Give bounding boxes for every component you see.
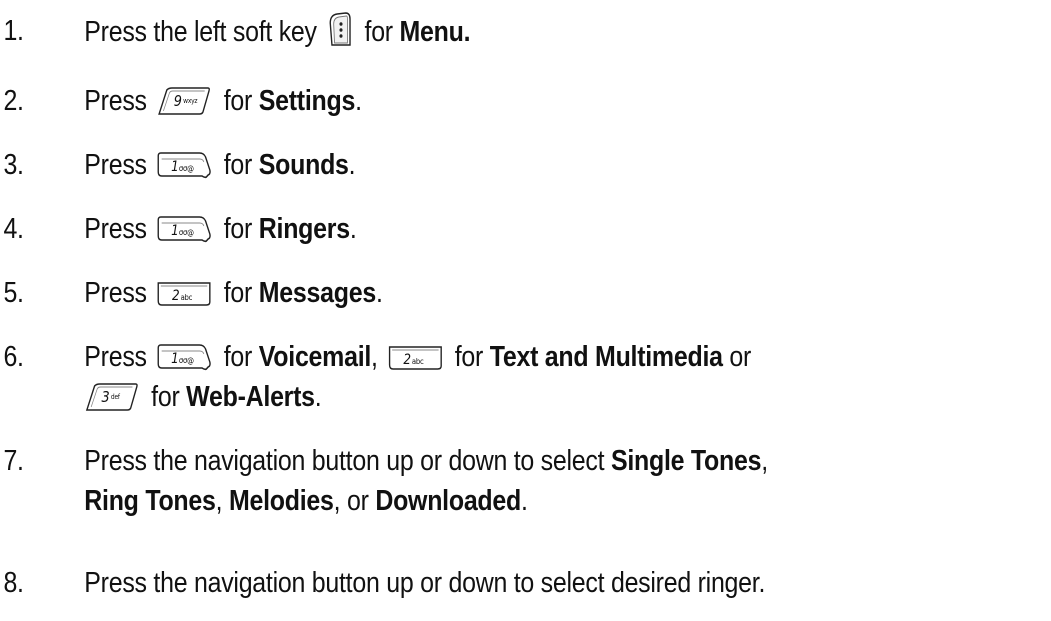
svg-text:1: 1 xyxy=(171,159,178,175)
left-soft-key-icon xyxy=(327,11,353,47)
step-text: Press the navigation button up or down t… xyxy=(84,445,768,517)
svg-text:2: 2 xyxy=(172,288,179,304)
single-tones-label: Single Tones xyxy=(610,445,762,477)
svg-text:2: 2 xyxy=(403,352,410,368)
instructions-document: 1. Press the left soft key for Menu. 2. … xyxy=(0,0,1051,621)
step-number: 6. xyxy=(3,341,24,373)
2-abc-key-icon: 2 abc xyxy=(157,278,212,308)
step-text: Press 1 σσ@ for Voicemail, 2 abc for Tex… xyxy=(84,341,752,413)
1-key-icon: 1 σσ@ xyxy=(157,150,212,180)
step-number: 7. xyxy=(3,445,24,477)
svg-text:σσ@: σσ@ xyxy=(179,163,194,173)
downloaded-label: Downloaded xyxy=(375,485,521,517)
3-def-key-icon: 3 def xyxy=(84,382,139,412)
svg-text:9: 9 xyxy=(174,93,182,110)
ring-tones-label: Ring Tones xyxy=(84,485,216,517)
svg-text:def: def xyxy=(111,393,121,402)
web-alerts-label: Web-Alerts xyxy=(186,381,315,413)
step-text: Press the left soft key for Menu. xyxy=(84,11,1030,52)
voicemail-label: Voicemail xyxy=(258,341,372,373)
step-number: 4. xyxy=(3,213,24,245)
ringers-label: Ringers xyxy=(258,213,350,245)
1-key-icon: 1 σσ@ xyxy=(157,342,212,372)
svg-text:wxyz: wxyz xyxy=(184,97,199,106)
step-number: 2. xyxy=(3,85,24,117)
step-text: Press 9 wxyz for Settings. xyxy=(84,85,362,117)
settings-label: Settings xyxy=(258,85,356,117)
svg-text:3: 3 xyxy=(101,389,109,406)
step-number: 1. xyxy=(3,15,24,47)
svg-text:abc: abc xyxy=(412,356,424,366)
svg-text:σσ@: σσ@ xyxy=(179,355,194,365)
svg-text:1: 1 xyxy=(171,223,178,239)
step-text: Press the navigation button up or down t… xyxy=(84,567,766,599)
menu-label: Menu. xyxy=(399,16,471,48)
svg-text:σσ@: σσ@ xyxy=(179,227,194,237)
step-text: Press 2 abc for Messages. xyxy=(84,277,383,309)
melodies-label: Melodies xyxy=(228,485,334,517)
messages-label: Messages xyxy=(258,277,376,309)
text-and-multimedia-label: Text and Multimedia xyxy=(489,341,723,373)
9-wxyz-key-icon: 9 wxyz xyxy=(157,86,212,116)
sounds-label: Sounds xyxy=(258,149,349,181)
svg-text:1: 1 xyxy=(171,351,178,367)
svg-text:abc: abc xyxy=(181,292,193,302)
step-number: 3. xyxy=(3,149,24,181)
step-text: Press 1 σσ@ for Ringers. xyxy=(84,213,357,245)
1-key-icon: 1 σσ@ xyxy=(157,214,212,244)
step-number: 5. xyxy=(3,277,24,309)
2-abc-key-icon: 2 abc xyxy=(388,342,443,372)
step-text: Press 1 σσ@ for Sounds. xyxy=(84,149,356,181)
step-number: 8. xyxy=(3,567,24,599)
